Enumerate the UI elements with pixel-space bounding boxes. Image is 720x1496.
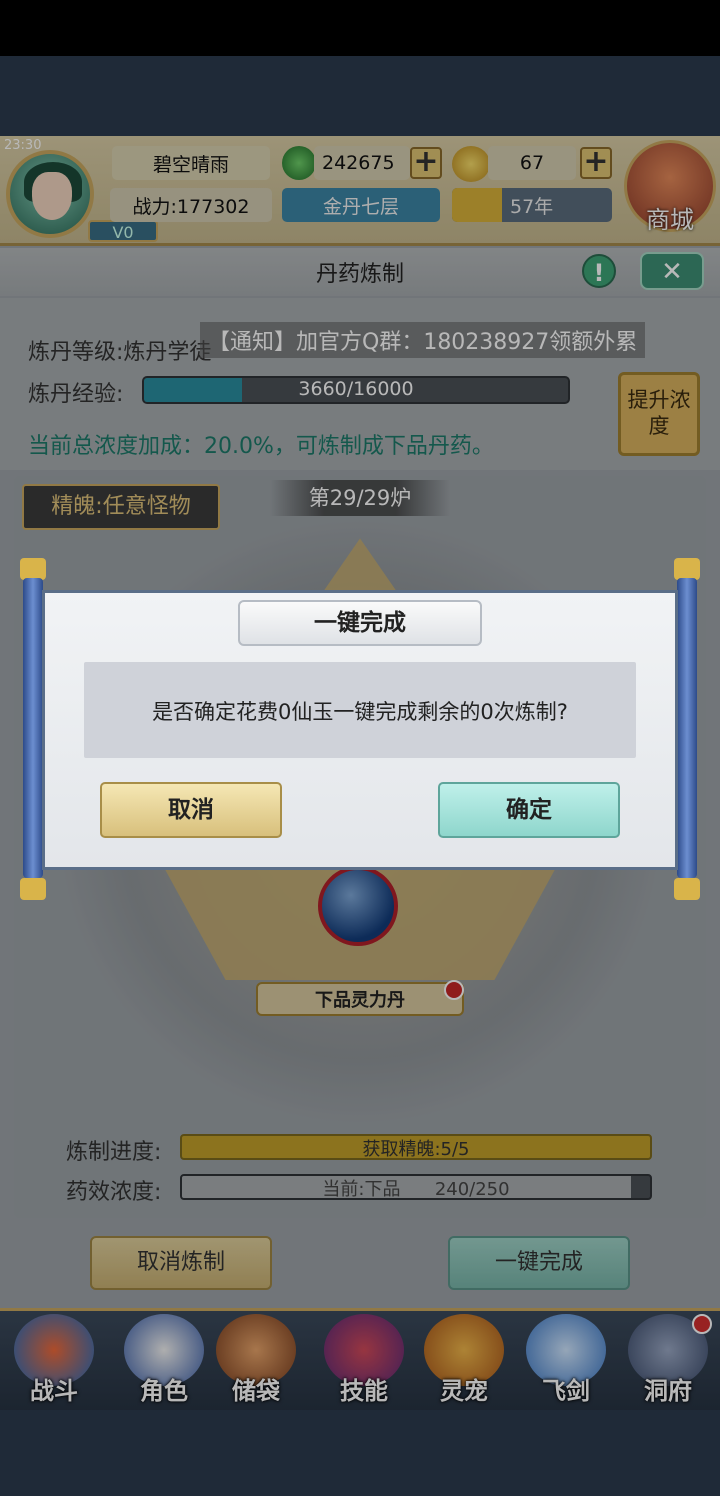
scroll-cap-top-left: [20, 558, 46, 580]
scroll-rod-left: [23, 578, 43, 878]
top-black-band: [0, 0, 720, 56]
dialog-confirm-button[interactable]: 确定: [438, 782, 620, 838]
scroll-cap-bottom-left: [20, 878, 46, 900]
dialog-title: 一键完成: [238, 600, 482, 646]
top-dark-band: [0, 56, 720, 138]
dialog-cancel-button[interactable]: 取消: [100, 782, 282, 838]
bottom-dark-band: [0, 1410, 720, 1496]
scroll-cap-bottom-right: [674, 878, 700, 900]
dialog-message: 是否确定花费0仙玉一键完成剩余的0次炼制?: [152, 700, 568, 724]
scroll-rod-right: [677, 578, 697, 878]
scroll-cap-top-right: [674, 558, 700, 580]
